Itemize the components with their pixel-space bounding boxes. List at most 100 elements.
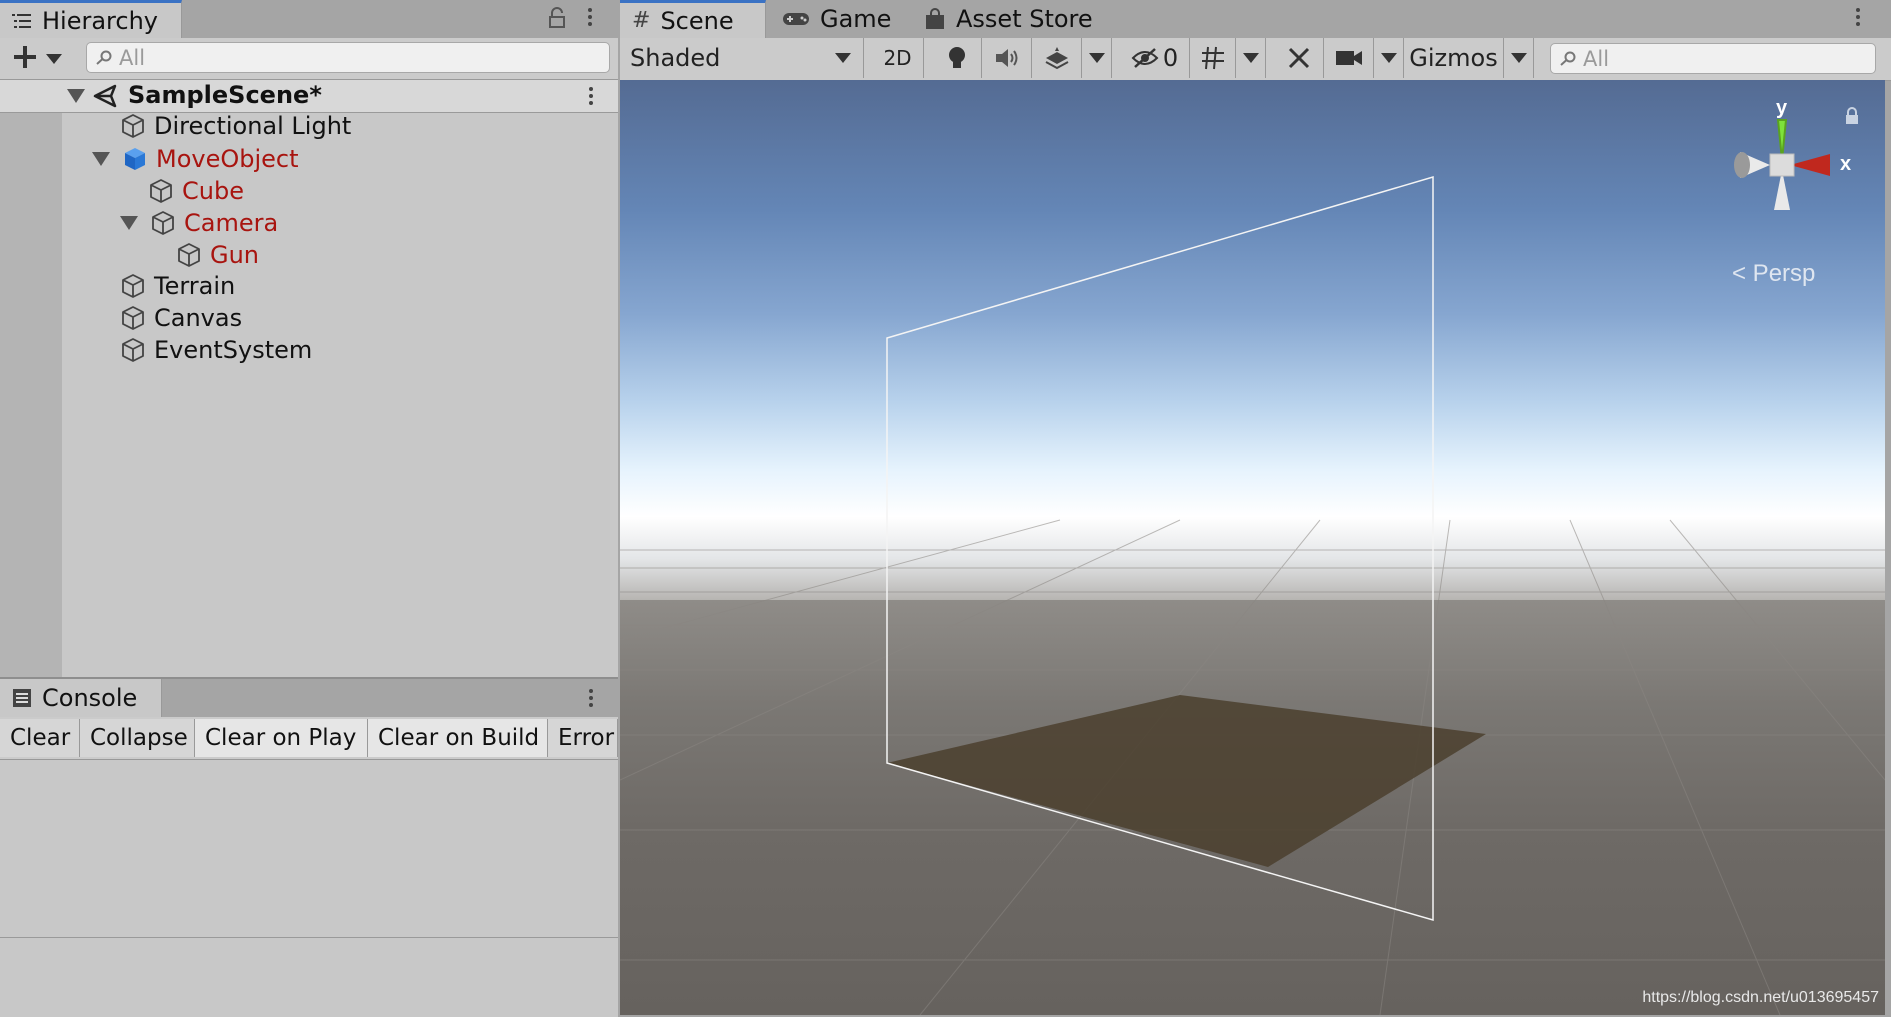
tab-hierarchy-label: Hierarchy <box>42 6 159 35</box>
hierarchy-search-placeholder: All <box>119 45 146 70</box>
hierarchy-gutter <box>0 80 62 677</box>
add-dropdown-icon[interactable] <box>46 54 62 64</box>
hierarchy-item-gun[interactable]: Gun <box>176 240 259 270</box>
hierarchy-item-label: Canvas <box>154 304 243 332</box>
shading-mode-value: Shaded <box>630 44 721 72</box>
camera-dropdown-icon[interactable] <box>1374 38 1404 78</box>
chevron-down-icon <box>835 53 851 63</box>
collapse-button[interactable]: Collapse <box>80 719 195 757</box>
camera-settings-icon[interactable] <box>1324 38 1374 78</box>
gameobject-icon <box>120 273 146 299</box>
expand-arrow-icon[interactable] <box>120 216 138 230</box>
list-icon <box>12 12 32 30</box>
eye-slash-icon <box>1131 47 1159 69</box>
expand-arrow-icon[interactable] <box>67 89 85 103</box>
tab-asset-store[interactable]: Asset Store <box>912 0 1122 38</box>
lighting-toggle-icon[interactable] <box>932 38 982 78</box>
clear-button[interactable]: Clear <box>0 719 80 757</box>
console-toolbar: Clear Collapse Clear on Play Clear on Bu… <box>0 717 618 760</box>
watermark-text: https://blog.csdn.net/u013695457 <box>1642 989 1879 1006</box>
hierarchy-item-label: Cube <box>182 177 244 205</box>
hierarchy-panel: Hierarchy All SampleScene* Directional L… <box>0 0 618 677</box>
effects-toggle-icon[interactable] <box>1032 38 1082 78</box>
shading-mode-dropdown[interactable]: Shaded <box>620 38 864 78</box>
scene-tabbar: # Scene Game Asset Store <box>620 0 1891 39</box>
scene-search-input[interactable]: All <box>1550 43 1876 74</box>
tab-console-label: Console <box>42 684 138 712</box>
scene-geometry <box>620 175 1885 1015</box>
tab-asset-store-label: Asset Store <box>956 5 1093 33</box>
grid-hash-icon: # <box>632 8 651 33</box>
shopping-bag-icon <box>924 8 946 30</box>
hierarchy-tabbar: Hierarchy <box>0 0 618 39</box>
gameobject-icon <box>120 113 146 139</box>
gizmo-x-label: x <box>1840 153 1851 175</box>
console-tabbar: Console <box>0 679 618 718</box>
console-icon <box>12 688 32 708</box>
tab-hierarchy[interactable]: Hierarchy <box>0 0 182 38</box>
error-pause-button[interactable]: Error Pause <box>548 719 618 757</box>
grid-dropdown-icon[interactable] <box>1236 38 1266 78</box>
gameobject-icon <box>176 242 202 268</box>
hierarchy-item-canvas[interactable]: Canvas <box>120 303 242 333</box>
scene-search-placeholder: All <box>1583 46 1610 71</box>
lock-icon[interactable] <box>548 7 566 35</box>
gizmos-button[interactable]: Gizmos <box>1404 38 1504 78</box>
hierarchy-item-moveobject[interactable]: MoveObject <box>92 144 299 174</box>
projection-label[interactable]: < Persp <box>1732 260 1815 288</box>
unity-scene-icon <box>93 83 119 115</box>
tab-scene-label: Scene <box>660 6 734 35</box>
hierarchy-search-input[interactable]: All <box>86 42 610 73</box>
tab-game-label: Game <box>820 5 892 33</box>
hierarchy-item-eventsystem[interactable]: EventSystem <box>120 335 312 365</box>
terrain-patch <box>887 695 1486 867</box>
console-menu-icon[interactable] <box>589 689 593 707</box>
tools-icon[interactable] <box>1274 38 1324 78</box>
gameobject-icon <box>148 178 174 204</box>
audio-toggle-icon[interactable] <box>982 38 1032 78</box>
hidden-objects-toggle[interactable]: 0 <box>1120 38 1190 78</box>
hierarchy-item-label: Gun <box>210 241 260 269</box>
expand-arrow-icon[interactable] <box>92 152 110 166</box>
tab-game[interactable]: Game <box>770 0 900 38</box>
hierarchy-item-label: EventSystem <box>154 336 313 364</box>
hidden-count: 0 <box>1162 44 1179 72</box>
gizmo-lock-icon[interactable] <box>1844 104 1860 132</box>
clear-on-build-button[interactable]: Clear on Build <box>368 719 548 757</box>
gamepad-icon <box>782 10 810 28</box>
hierarchy-item-directional-light[interactable]: Directional Light <box>120 111 351 141</box>
gizmo-y-label: y <box>1776 97 1788 119</box>
clear-on-play-button[interactable]: Clear on Play <box>195 719 368 757</box>
effects-dropdown-icon[interactable] <box>1082 38 1112 78</box>
search-icon <box>1559 51 1577 67</box>
hierarchy-item-label: Camera <box>184 209 279 237</box>
scene-menu-icon[interactable] <box>1856 8 1860 26</box>
hierarchy-item-label: Terrain <box>154 272 236 300</box>
scene-name: SampleScene* <box>128 81 322 109</box>
toggle-2d-button[interactable]: 2D <box>872 38 924 78</box>
prefab-cube-icon <box>122 146 148 172</box>
grid-toggle-icon[interactable] <box>1190 38 1236 78</box>
gameobject-icon <box>150 210 176 236</box>
hierarchy-toolbar: All <box>0 38 618 80</box>
search-icon <box>95 50 113 66</box>
add-icon[interactable] <box>12 44 38 76</box>
scene-panel: # Scene Game Asset Store Shaded 2D 0 Giz… <box>620 0 1891 1015</box>
scene-menu-icon[interactable] <box>589 87 593 105</box>
gameobject-icon <box>120 337 146 363</box>
gameobject-icon <box>120 305 146 331</box>
gizmos-dropdown-icon[interactable] <box>1504 38 1534 78</box>
console-panel: Console Clear Collapse Clear on Play Cle… <box>0 677 618 1017</box>
scene-header-row[interactable]: SampleScene* <box>0 80 618 113</box>
hierarchy-item-terrain[interactable]: Terrain <box>120 271 235 301</box>
hierarchy-item-cube[interactable]: Cube <box>148 176 244 206</box>
scene-viewport[interactable]: y x < Persp https://blog.csdn.net/u01369… <box>620 80 1885 1015</box>
tab-console[interactable]: Console <box>0 679 162 717</box>
hierarchy-item-label: MoveObject <box>156 145 299 173</box>
console-divider <box>0 937 618 938</box>
scene-toolbar: Shaded 2D 0 Gizmos All <box>620 38 1891 81</box>
hierarchy-item-camera[interactable]: Camera <box>120 208 278 238</box>
hierarchy-menu-icon[interactable] <box>588 8 592 26</box>
tab-scene[interactable]: # Scene <box>620 0 766 38</box>
hierarchy-item-label: Directional Light <box>154 112 352 140</box>
